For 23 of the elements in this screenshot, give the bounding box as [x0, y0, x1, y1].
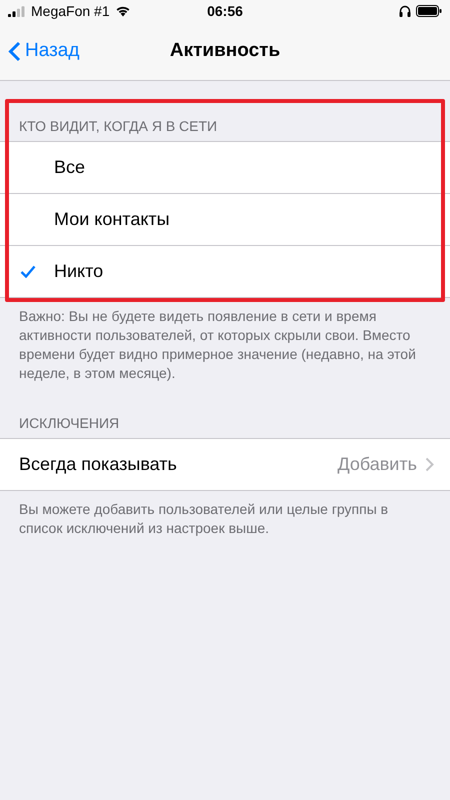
clock-time: 06:56: [207, 3, 243, 19]
signal-icon: [8, 6, 26, 16]
chevron-icon: [425, 457, 434, 472]
option-label: Никто: [54, 261, 104, 282]
option-row[interactable]: Никто: [0, 245, 450, 297]
screen-title: Активность: [170, 40, 280, 62]
settings-row[interactable]: Всегда показывать Добавить: [0, 439, 450, 490]
option-row[interactable]: Все: [0, 142, 450, 193]
row-value: Добавить: [337, 454, 417, 475]
option-label: Все: [54, 157, 86, 178]
section-footer: Важно: Вы не будете видеть появление в сети и время активности пользователей, от которых скрыли свои. Вместо времени будет видно примерное значение (недавно, на этой неделе, в этом месяце).: [0, 298, 450, 383]
row-label: Всегда показывать: [19, 454, 178, 475]
section-header: ИСКЛЮЧЕНИЯ: [18, 414, 120, 433]
carrier-name: MegaFon #1: [31, 3, 110, 19]
back-button[interactable]: Назад: [0, 40, 88, 62]
section-header: КТО ВИДИТ, КОГДА Я В СЕТИ: [18, 117, 218, 136]
section-footer: Вы можете добавить пользователей или целые группы в список исключений из настроек выше.: [0, 491, 450, 538]
headphones-icon: [399, 5, 411, 17]
back-chevron-icon: [8, 40, 21, 62]
battery-icon: [416, 5, 442, 17]
option-row[interactable]: Мои контакты: [0, 193, 450, 245]
wifi-icon: [114, 5, 131, 17]
option-label: Мои контакты: [54, 209, 171, 230]
